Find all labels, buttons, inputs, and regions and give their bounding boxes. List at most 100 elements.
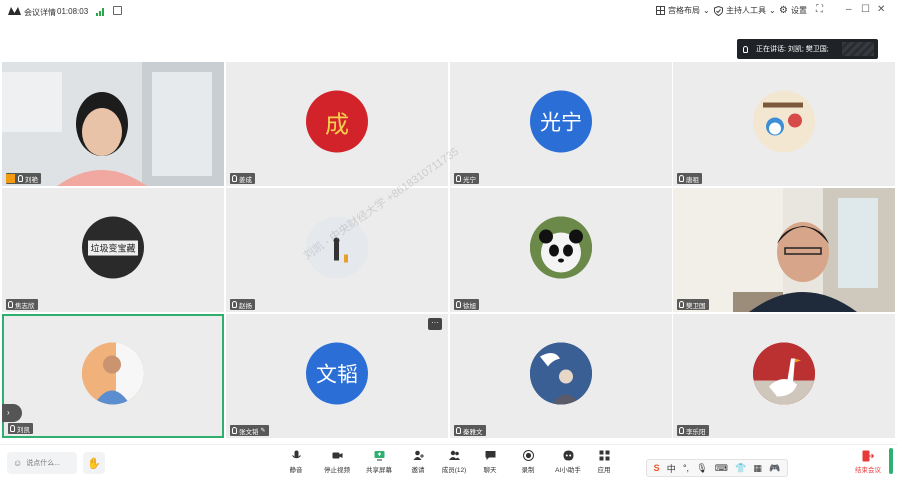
tool-label: 邀请	[411, 467, 425, 474]
avatar-text: 文韬	[316, 363, 358, 387]
game-icon[interactable]: 🎮	[769, 463, 780, 474]
open-external-icon[interactable]	[113, 6, 122, 15]
camera-icon	[332, 452, 342, 459]
mic-icon	[232, 175, 237, 182]
tool-label: 共享屏幕	[366, 467, 392, 474]
close-icon[interactable]: ✕	[877, 4, 885, 15]
host-tools-dropdown[interactable]: 主持人工具 ⌄	[714, 5, 776, 16]
grid-layout-icon	[656, 6, 665, 15]
participant-name: 徐旭	[463, 302, 476, 310]
mic-icon	[456, 175, 461, 182]
participant-name-tag: 秦雅文	[454, 425, 486, 436]
video-tile[interactable]: 垃圾变宝藏 焦志欣	[2, 188, 224, 312]
video-tile[interactable]: 光宁 光宁	[450, 62, 672, 186]
keyboard-icon[interactable]: ⌨	[715, 463, 728, 474]
mute-button[interactable]: 静音	[279, 450, 313, 474]
mic-icon	[456, 427, 461, 434]
toolbox-icon[interactable]: ▦	[753, 463, 762, 474]
participant-avatar: 光宁	[530, 90, 592, 153]
speaking-label: 正在讲话:	[756, 46, 786, 53]
meeting-toolbar: ☺ 说点什么... ✋ 静音 停止视频 共享屏幕 邀请 成员(12) 聊天 录制…	[0, 444, 897, 480]
participant-name: 秦雅文	[463, 428, 483, 436]
invite-button[interactable]: 邀请	[401, 450, 435, 474]
tool-label: 录制	[521, 467, 535, 474]
participant-name-tag: 刘艳	[6, 173, 41, 184]
snow-avatar-image	[306, 216, 368, 279]
network-signal-icon[interactable]	[96, 8, 104, 16]
video-tile[interactable]: 秦雅文	[450, 314, 672, 438]
share-screen-button[interactable]: 共享屏幕	[362, 450, 396, 474]
goose-avatar-image	[753, 342, 815, 405]
app-logo-icon	[8, 7, 21, 15]
participant-avatar	[306, 216, 368, 279]
apps-icon	[599, 450, 609, 461]
record-button[interactable]: 录制	[511, 450, 545, 474]
sogou-logo-icon[interactable]: S	[654, 463, 660, 473]
participant-name-tag: 唐祖	[677, 173, 702, 184]
participant-name: 刘凯	[17, 426, 30, 434]
participant-name: 焦志欣	[15, 302, 35, 310]
apps-button[interactable]: 应用	[587, 450, 621, 474]
fullscreen-icon[interactable]: ⛶	[816, 4, 823, 15]
minimize-icon[interactable]: –	[846, 4, 852, 15]
video-tile[interactable]: 李乐阳	[673, 314, 895, 438]
maximize-icon[interactable]: ☐	[861, 4, 870, 15]
settings-label: 设置	[790, 6, 807, 15]
chat-button[interactable]: 聊天	[473, 450, 507, 474]
video-tile[interactable]: 樊卫国	[673, 188, 895, 312]
end-meeting-button[interactable]: 结束会议	[855, 450, 881, 474]
participant-avatar	[753, 90, 815, 153]
members-button[interactable]: 成员(12)	[437, 450, 471, 474]
ime-language[interactable]: 中	[667, 462, 676, 475]
mic-icon	[743, 45, 748, 53]
participant-name-tag: 赵扬	[230, 299, 255, 310]
video-tile[interactable]: 唐祖	[673, 62, 895, 186]
participant-video	[673, 188, 895, 312]
participant-avatar: 文韬	[306, 342, 368, 405]
chevron-down-icon: ⌄	[769, 6, 776, 15]
video-tile[interactable]: 徐旭	[450, 188, 672, 312]
shirt-skin-icon[interactable]: 👕	[735, 463, 746, 474]
mic-icon	[456, 301, 461, 308]
gear-icon: ⚙	[779, 5, 788, 16]
more-options-icon[interactable]: ···	[428, 318, 442, 330]
tool-label: 应用	[597, 467, 611, 474]
video-tile[interactable]: 赵扬	[226, 188, 448, 312]
say-something-input[interactable]: ☺ 说点什么...	[7, 452, 77, 474]
chat-icon	[485, 451, 495, 460]
say-placeholder: 说点什么...	[26, 460, 61, 467]
participant-avatar: 成	[306, 90, 368, 153]
invite-icon	[413, 450, 424, 460]
tool-label: 静音	[289, 467, 303, 474]
video-tile[interactable]: 文韬 张文韬 ✎	[226, 314, 448, 438]
avatar-text: 光宁	[540, 111, 582, 135]
participant-name-tag: 李乐阳	[677, 425, 709, 436]
tool-label: 停止视频	[324, 467, 350, 474]
end-meeting-label: 结束会议	[855, 467, 881, 474]
stop-video-button[interactable]: 停止视频	[320, 450, 354, 474]
participant-name-tag: 焦志欣	[6, 299, 38, 310]
layout-dropdown[interactable]: 宫格布局 ⌄	[656, 5, 710, 16]
share-screen-icon	[374, 451, 384, 461]
settings-button[interactable]: ⚙ 设置	[779, 5, 807, 16]
participant-avatar	[530, 216, 592, 279]
ai-assistant-icon	[563, 450, 573, 461]
participant-name-tag: 姜成	[230, 173, 255, 184]
side-handle[interactable]	[889, 448, 893, 474]
doraemon-avatar-image	[753, 90, 815, 153]
expand-panel-icon[interactable]: ›	[2, 404, 22, 422]
meeting-details-link[interactable]: 会议详情	[24, 7, 56, 18]
voice-input-icon[interactable]: 🎙	[696, 463, 707, 474]
raise-hand-button[interactable]: ✋	[83, 452, 105, 474]
mic-icon	[291, 450, 301, 459]
video-tile[interactable]: 成 姜成	[226, 62, 448, 186]
ime-toolbar[interactable]: S 中 °, 🎙 ⌨ 👕 ▦ 🎮	[646, 459, 788, 477]
video-tile[interactable]: 刘艳	[2, 62, 224, 186]
mic-icon	[232, 427, 237, 434]
mic-icon	[679, 301, 684, 308]
video-tile-active[interactable]: 刘凯	[2, 314, 224, 438]
ai-assistant-button[interactable]: AI小助手	[551, 450, 585, 474]
members-icon	[448, 450, 460, 460]
punctuation-icon[interactable]: °,	[683, 463, 689, 473]
mic-icon	[679, 175, 684, 182]
